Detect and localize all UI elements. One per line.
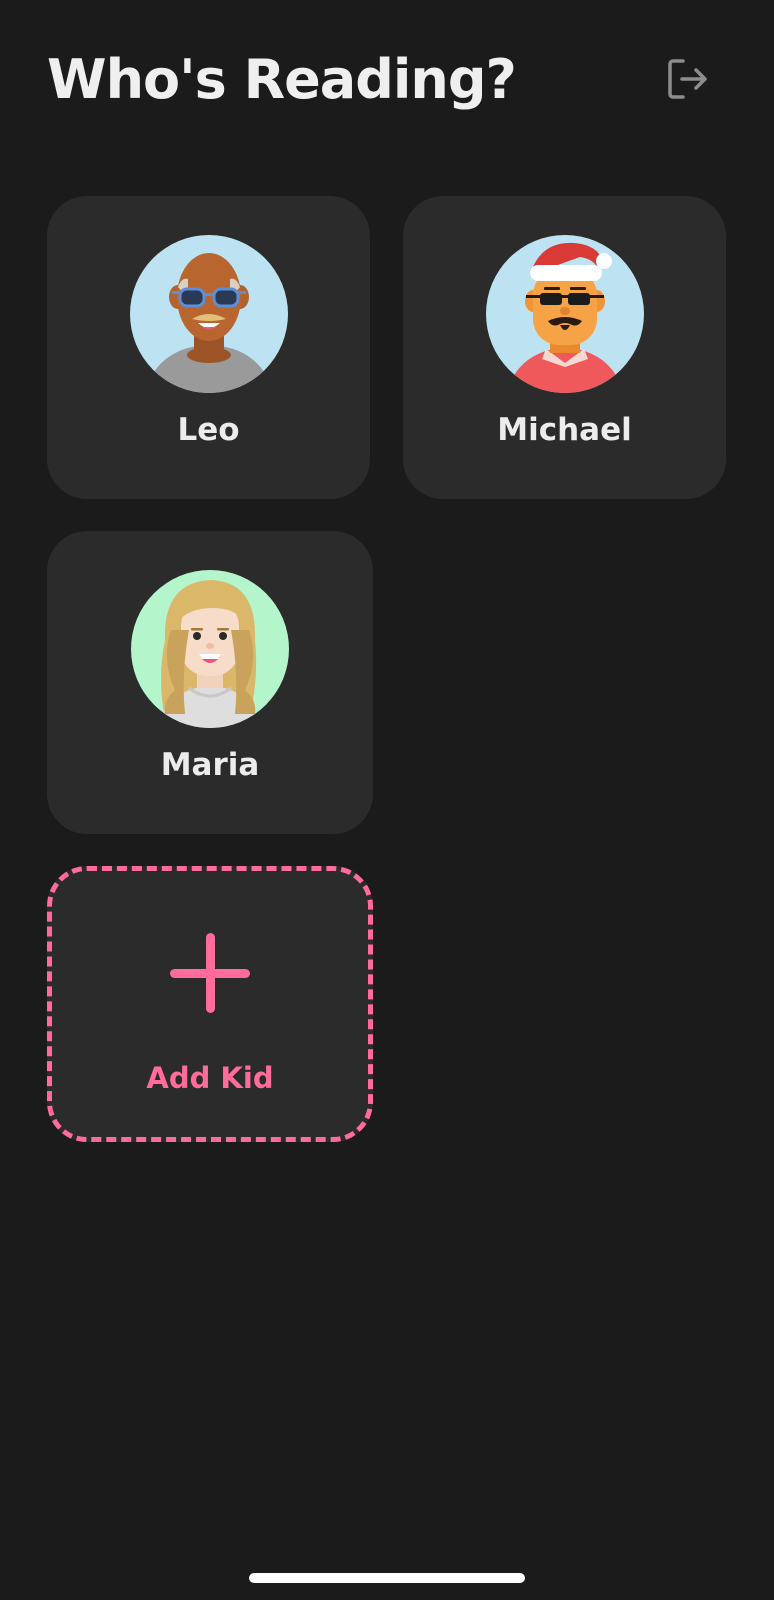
logout-icon (668, 59, 707, 99)
avatar-leo (130, 235, 288, 393)
logout-button[interactable] (660, 52, 714, 106)
profile-name: Michael (497, 412, 632, 448)
profile-card-maria[interactable]: Maria (47, 531, 373, 834)
plus-icon (170, 933, 250, 1013)
add-kid-button[interactable]: Add Kid (47, 866, 373, 1142)
profile-name: Maria (160, 747, 260, 783)
page-title: Who's Reading? (47, 48, 517, 111)
profile-name: Leo (177, 412, 240, 448)
profile-card-leo[interactable]: Leo (47, 196, 370, 499)
add-kid-label: Add Kid (146, 1061, 274, 1095)
avatar-maria (131, 570, 289, 728)
avatar-michael (486, 235, 644, 393)
profile-card-michael[interactable]: Michael (403, 196, 726, 499)
home-indicator[interactable] (249, 1573, 525, 1583)
